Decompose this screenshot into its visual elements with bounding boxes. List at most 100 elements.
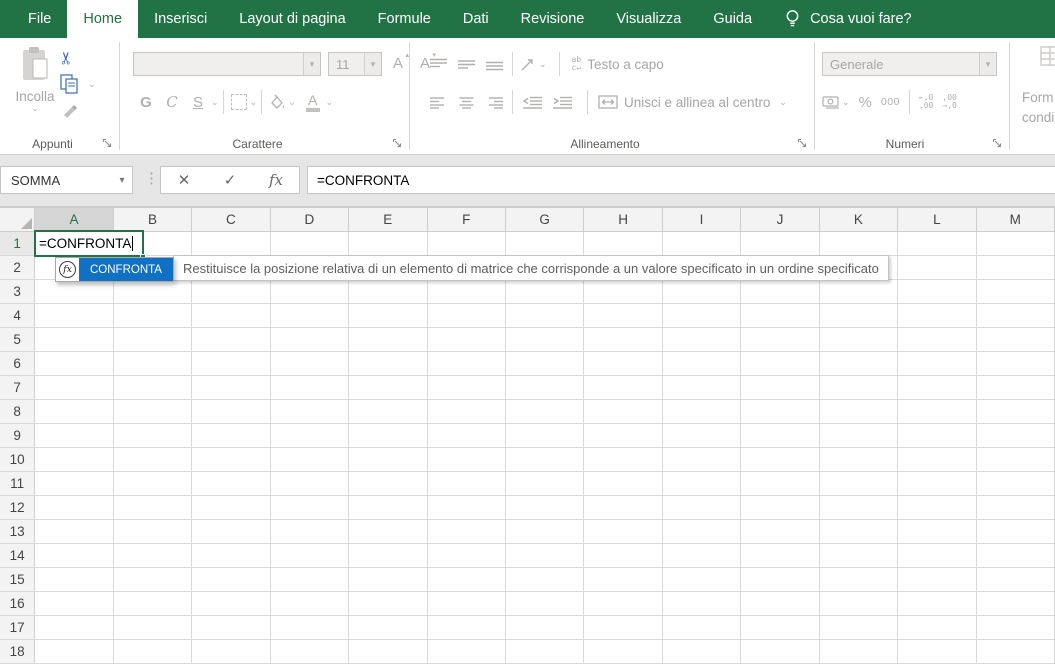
cell-D9[interactable] — [271, 424, 349, 448]
cell-A16[interactable] — [35, 592, 113, 616]
cell-M14[interactable] — [977, 544, 1055, 568]
tab-revisione[interactable]: Revisione — [505, 0, 601, 38]
cell-K3[interactable] — [820, 280, 898, 304]
cell-D12[interactable] — [271, 496, 349, 520]
cell-J5[interactable] — [741, 328, 819, 352]
cell-F8[interactable] — [428, 400, 506, 424]
cell-K17[interactable] — [820, 616, 898, 640]
row-header-16[interactable]: 16 — [0, 592, 35, 616]
cell-F5[interactable] — [428, 328, 506, 352]
cell-G10[interactable] — [506, 448, 584, 472]
cell-L14[interactable] — [898, 544, 976, 568]
cell-E9[interactable] — [349, 424, 427, 448]
cell-L4[interactable] — [898, 304, 976, 328]
chevron-down-icon[interactable]: ⌄ — [288, 98, 296, 107]
cell-L2[interactable] — [898, 256, 976, 280]
row-header-6[interactable]: 6 — [0, 352, 35, 376]
cell-M2[interactable] — [977, 256, 1055, 280]
cell-D5[interactable] — [271, 328, 349, 352]
row-header-1[interactable]: 1 — [0, 232, 35, 256]
cell-L9[interactable] — [898, 424, 976, 448]
cell-F18[interactable] — [428, 640, 506, 664]
decrease-decimal-icon[interactable]: ,00→,0 — [942, 94, 956, 111]
percent-style-button[interactable]: % — [859, 94, 872, 111]
cell-E5[interactable] — [349, 328, 427, 352]
orientation-icon[interactable] — [517, 57, 539, 72]
cell-J13[interactable] — [741, 520, 819, 544]
cell-F4[interactable] — [428, 304, 506, 328]
cell-K8[interactable] — [820, 400, 898, 424]
cell-M18[interactable] — [977, 640, 1055, 664]
cell-D13[interactable] — [271, 520, 349, 544]
cell-D7[interactable] — [271, 376, 349, 400]
format-painter-button[interactable] — [61, 102, 79, 120]
cell-D8[interactable] — [271, 400, 349, 424]
cell-E18[interactable] — [349, 640, 427, 664]
row-header-2[interactable]: 2 — [0, 256, 35, 280]
cell-J9[interactable] — [741, 424, 819, 448]
cell-I18[interactable] — [663, 640, 741, 664]
cell-C5[interactable] — [192, 328, 270, 352]
cell-B10[interactable] — [114, 448, 192, 472]
cell-K1[interactable] — [820, 232, 898, 256]
formula-input[interactable]: =CONFRONTA — [307, 166, 1055, 194]
cell-E13[interactable] — [349, 520, 427, 544]
tab-inserisci[interactable]: Inserisci — [138, 0, 223, 38]
cell-E15[interactable] — [349, 568, 427, 592]
cell-A6[interactable] — [35, 352, 113, 376]
cell-A12[interactable] — [35, 496, 113, 520]
cell-H10[interactable] — [584, 448, 662, 472]
cell-J11[interactable] — [741, 472, 819, 496]
italic-button[interactable]: C — [159, 93, 185, 111]
cell-A17[interactable] — [35, 616, 113, 640]
cell-B7[interactable] — [114, 376, 192, 400]
cell-J4[interactable] — [741, 304, 819, 328]
cell-I10[interactable] — [663, 448, 741, 472]
cell-K10[interactable] — [820, 448, 898, 472]
dialog-launcher-carattere[interactable] — [392, 138, 404, 150]
cell-H11[interactable] — [584, 472, 662, 496]
cell-M11[interactable] — [977, 472, 1055, 496]
cell-K6[interactable] — [820, 352, 898, 376]
cell-K11[interactable] — [820, 472, 898, 496]
cell-G3[interactable] — [506, 280, 584, 304]
cell-D4[interactable] — [271, 304, 349, 328]
cell-F7[interactable] — [428, 376, 506, 400]
cell-L11[interactable] — [898, 472, 976, 496]
cell-L17[interactable] — [898, 616, 976, 640]
row-header-8[interactable]: 8 — [0, 400, 35, 424]
cell-C15[interactable] — [192, 568, 270, 592]
tab-formule[interactable]: Formule — [362, 0, 447, 38]
cell-G17[interactable] — [506, 616, 584, 640]
column-header-A[interactable]: A — [35, 208, 113, 232]
cell-L12[interactable] — [898, 496, 976, 520]
cell-K5[interactable] — [820, 328, 898, 352]
bold-button[interactable]: G — [133, 94, 159, 111]
cell-B3[interactable] — [114, 280, 192, 304]
column-header-F[interactable]: F — [428, 208, 506, 232]
cell-L6[interactable] — [898, 352, 976, 376]
cell-F9[interactable] — [428, 424, 506, 448]
cell-D3[interactable] — [271, 280, 349, 304]
cell-C11[interactable] — [192, 472, 270, 496]
decrease-indent-icon[interactable] — [517, 96, 547, 109]
cell-K9[interactable] — [820, 424, 898, 448]
column-header-G[interactable]: G — [506, 208, 584, 232]
cell-J3[interactable] — [741, 280, 819, 304]
cell-F1[interactable] — [428, 232, 506, 256]
cell-J10[interactable] — [741, 448, 819, 472]
cell-E16[interactable] — [349, 592, 427, 616]
cell-A15[interactable] — [35, 568, 113, 592]
cell-D10[interactable] — [271, 448, 349, 472]
cell-L13[interactable] — [898, 520, 976, 544]
chevron-down-icon[interactable]: ▾ — [979, 53, 996, 75]
row-header-14[interactable]: 14 — [0, 544, 35, 568]
cell-M17[interactable] — [977, 616, 1055, 640]
paste-button[interactable]: Incolla ⌄ — [12, 46, 58, 113]
currency-format-icon[interactable] — [822, 95, 842, 110]
cell-L8[interactable] — [898, 400, 976, 424]
cell-B12[interactable] — [114, 496, 192, 520]
cell-K16[interactable] — [820, 592, 898, 616]
cell-J12[interactable] — [741, 496, 819, 520]
cell-I12[interactable] — [663, 496, 741, 520]
